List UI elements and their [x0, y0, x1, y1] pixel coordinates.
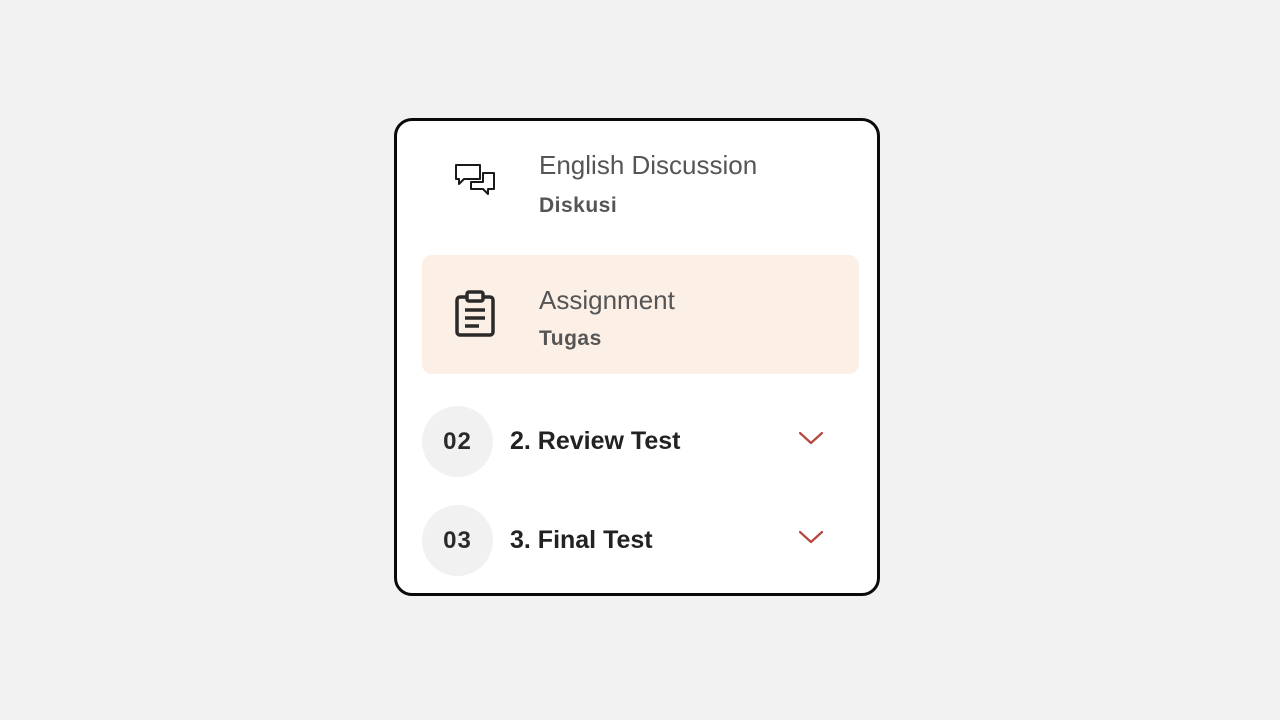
section-title: 2. Review Test [510, 427, 681, 455]
chevron-down-icon[interactable] [796, 525, 826, 549]
lesson-title: Assignment [539, 285, 675, 315]
section-title: 3. Final Test [510, 526, 653, 554]
lesson-item-assignment[interactable]: Assignment Tugas [422, 255, 859, 374]
lesson-type-label: Diskusi [539, 194, 618, 217]
lesson-item-english-discussion[interactable]: English Discussion Diskusi [422, 137, 859, 253]
chevron-down-icon[interactable] [796, 426, 826, 450]
lesson-type-label: Tugas [539, 327, 602, 350]
section-number-badge: 02 [422, 406, 493, 477]
clipboard-list-icon [453, 290, 497, 337]
lesson-title: English Discussion [539, 150, 758, 180]
course-content-card: English Discussion Diskusi Assignment Tu… [394, 118, 880, 596]
section-final-test[interactable]: 03 3. Final Test [422, 505, 859, 577]
chat-bubbles-icon [453, 159, 497, 203]
section-number-badge: 03 [422, 505, 493, 576]
section-review-test[interactable]: 02 2. Review Test [422, 406, 859, 478]
